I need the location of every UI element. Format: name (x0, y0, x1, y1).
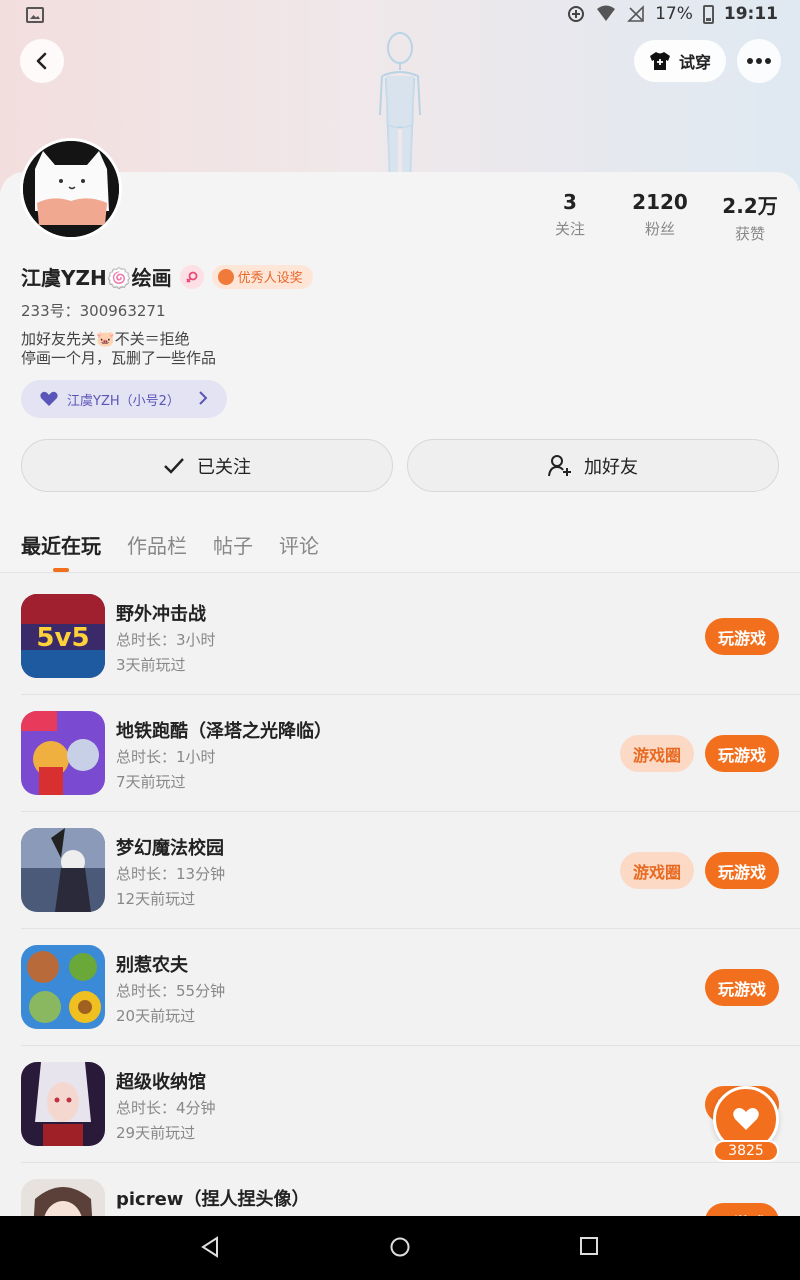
game-row[interactable]: 梦幻魔法校园 总时长：13分钟 12天前玩过 游戏圈 玩游戏 (0, 812, 800, 929)
like-count: 3825 (713, 1140, 779, 1162)
more-dots-icon (747, 58, 771, 64)
avatar[interactable] (20, 138, 122, 240)
try-on-label: 试穿 (678, 53, 711, 72)
followed-button[interactable]: 已关注 (21, 439, 393, 492)
chevron-left-icon (36, 52, 47, 70)
play-game-button[interactable]: 玩游戏 (705, 969, 779, 1006)
check-icon (164, 457, 184, 474)
followers-label: 粉丝 (644, 220, 675, 238)
name-row: 江虞YZH🍥绘画 优秀人设奖 (21, 262, 313, 291)
following-label: 关注 (554, 220, 585, 238)
profile-stats: 3 关注 2120 粉丝 2.2万 获赞 (520, 190, 800, 250)
nav-recents-icon[interactable] (579, 1236, 599, 1256)
tab-comments[interactable]: 评论 (279, 530, 319, 559)
female-gender-icon (179, 264, 204, 289)
followed-label: 已关注 (197, 456, 251, 478)
following-count: 3 (563, 190, 577, 214)
status-bar: 17% 19:11 (0, 0, 800, 32)
game-title: 野外冲击战 (116, 604, 206, 625)
bio-line-1: 加好友先关🐷不关＝拒绝 (21, 330, 190, 348)
battery-icon (702, 4, 714, 24)
user-id: 233号：300963271 (21, 302, 166, 320)
game-duration: 总时长：13分钟 (116, 865, 226, 883)
alt-account-chip[interactable]: 江虞YZH（小号2） (21, 380, 227, 418)
tab-works[interactable]: 作品栏 (127, 530, 187, 559)
add-friend-button[interactable]: 加好友 (407, 439, 779, 492)
game-title: 地铁跑酷（泽塔之光降临） (116, 721, 332, 742)
game-last-played: 20天前玩过 (116, 1007, 196, 1025)
try-on-button[interactable]: 试穿 (634, 40, 726, 82)
nav-home-icon[interactable] (389, 1236, 411, 1258)
likes-received-count: 2.2万 (722, 194, 778, 218)
game-duration: 总时长：55分钟 (116, 982, 226, 1000)
bio: 加好友先关🐷不关＝拒绝 停画一个月，瓦删了一些作品 (21, 330, 216, 368)
clock: 19:11 (723, 4, 778, 24)
game-title: picrew（捏人捏头像） (116, 1189, 310, 1210)
game-row[interactable]: 地铁跑酷（泽塔之光降临） 总时长：1小时 7天前玩过 游戏圈 玩游戏 (0, 695, 800, 812)
play-game-button[interactable]: 玩游戏 (705, 735, 779, 772)
game-circle-button[interactable]: 游戏圈 (620, 852, 694, 889)
heart-link-icon (40, 391, 58, 406)
medal-icon (217, 268, 234, 285)
profile-tabs: 最近在玩 作品栏 帖子 评论 (21, 530, 319, 559)
game-last-played: 29天前玩过 (116, 1124, 196, 1142)
followers-count: 2120 (632, 190, 688, 214)
game-row[interactable]: 超级收纳馆 总时长：4分钟 29天前玩过 玩游戏 (0, 1046, 800, 1163)
avatar-3d-figure (379, 32, 421, 180)
bio-line-2: 停画一个月，瓦删了一些作品 (21, 349, 217, 367)
chevron-right-icon (199, 391, 208, 405)
game-duration: 总时长：1小时 (116, 748, 216, 766)
back-button[interactable] (20, 39, 64, 83)
game-icon (21, 1062, 105, 1146)
alt-account-label: 江虞YZH（小号2） (67, 393, 180, 409)
image-notification-icon (26, 7, 44, 23)
game-duration: 总时长：4分钟 (116, 1099, 216, 1117)
svg-text:5v5: 5v5 (36, 623, 89, 653)
game-title: 超级收纳馆 (116, 1072, 206, 1093)
add-user-icon (548, 454, 571, 476)
tab-posts[interactable]: 帖子 (213, 530, 253, 559)
nav-back-icon[interactable] (200, 1236, 220, 1258)
game-title: 别惹农夫 (116, 955, 188, 976)
tshirt-icon (649, 52, 670, 70)
data-saver-icon (568, 6, 585, 22)
add-friend-label: 加好友 (584, 456, 638, 478)
wifi-icon (597, 5, 616, 21)
cat-avatar-image (23, 141, 119, 237)
game-circle-button[interactable]: 游戏圈 (620, 735, 694, 772)
award-badge-label: 优秀人设奖 (237, 271, 303, 286)
game-duration: 总时长：3小时 (116, 631, 216, 649)
game-row[interactable]: 5v5 野外冲击战 总时长：3小时 3天前玩过 玩游戏 (0, 578, 800, 695)
game-last-played: 12天前玩过 (116, 890, 196, 908)
tab-recently-played[interactable]: 最近在玩 (21, 530, 101, 559)
username: 江虞YZH🍥绘画 (21, 266, 172, 290)
award-badge[interactable]: 优秀人设奖 (211, 264, 313, 289)
system-nav-bar (0, 1216, 800, 1280)
stat-likes[interactable]: 2.2万 获赞 (710, 190, 790, 244)
game-icon: 5v5 (21, 594, 105, 678)
play-game-button[interactable]: 玩游戏 (705, 618, 779, 655)
divider (0, 572, 800, 573)
play-game-button[interactable]: 玩游戏 (705, 852, 779, 889)
stat-following[interactable]: 3 关注 (530, 190, 610, 239)
game-title: 梦幻魔法校园 (116, 838, 224, 859)
game-row[interactable]: picrew（捏人捏头像） 玩游戏 (0, 1163, 800, 1223)
likes-received-label: 获赞 (734, 225, 765, 243)
game-icon (21, 828, 105, 912)
game-last-played: 3天前玩过 (116, 656, 186, 674)
battery-percent: 17% (655, 4, 693, 24)
game-last-played: 7天前玩过 (116, 773, 186, 791)
game-row[interactable]: 别惹农夫 总时长：55分钟 20天前玩过 玩游戏 (0, 929, 800, 1046)
more-button[interactable] (737, 39, 781, 83)
no-signal-icon (627, 5, 644, 22)
stat-followers[interactable]: 2120 粉丝 (620, 190, 700, 239)
game-icon (21, 711, 105, 795)
game-icon (21, 945, 105, 1029)
heart-icon (733, 1108, 759, 1130)
